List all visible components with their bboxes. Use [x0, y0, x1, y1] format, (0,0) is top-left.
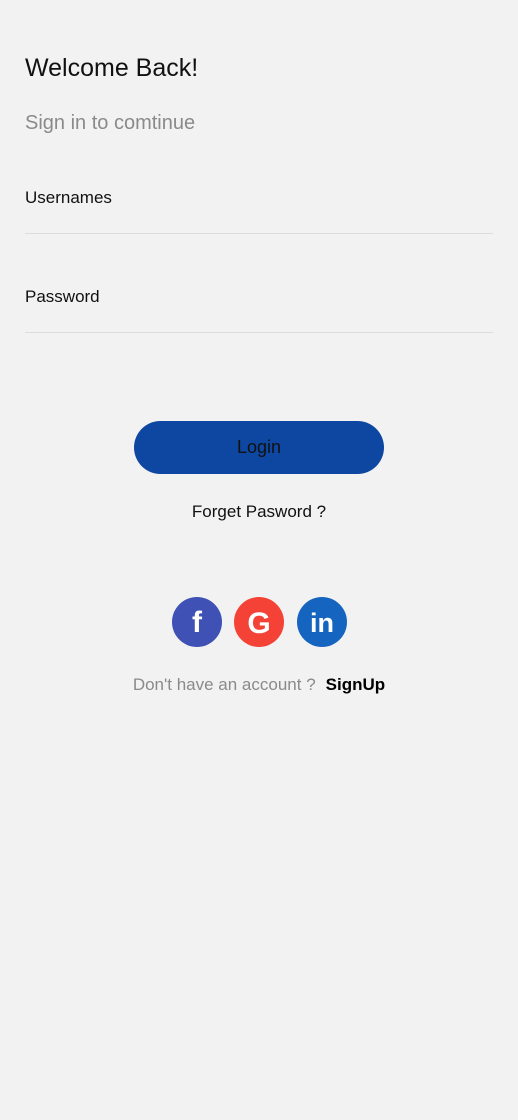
password-input[interactable]: [25, 286, 493, 308]
svg-text:G: G: [247, 607, 270, 640]
forget-password-link[interactable]: Forget Pasword ?: [0, 500, 518, 524]
page-subtitle: Sign in to comtinue: [25, 112, 196, 134]
username-field: [25, 187, 493, 234]
page-title: Welcome Back!: [25, 54, 199, 82]
signup-link[interactable]: SignUp: [326, 675, 386, 694]
username-input[interactable]: [25, 187, 493, 209]
login-button[interactable]: Login: [134, 421, 384, 474]
svg-text:in: in: [310, 608, 334, 638]
password-field: [25, 286, 493, 333]
signup-row: Don't have an account ? SignUp: [0, 673, 518, 697]
login-screen: Welcome Back! Sign in to comtinue Login …: [0, 0, 518, 1120]
facebook-login-button[interactable]: f: [172, 597, 222, 647]
svg-text:f: f: [192, 606, 203, 639]
google-icon: G: [247, 607, 270, 640]
facebook-icon: f: [192, 606, 203, 639]
linkedin-icon: in: [310, 608, 334, 638]
linkedin-login-button[interactable]: in: [297, 597, 347, 647]
google-login-button[interactable]: G: [234, 597, 284, 647]
signup-prompt: Don't have an account ?: [132, 675, 316, 694]
